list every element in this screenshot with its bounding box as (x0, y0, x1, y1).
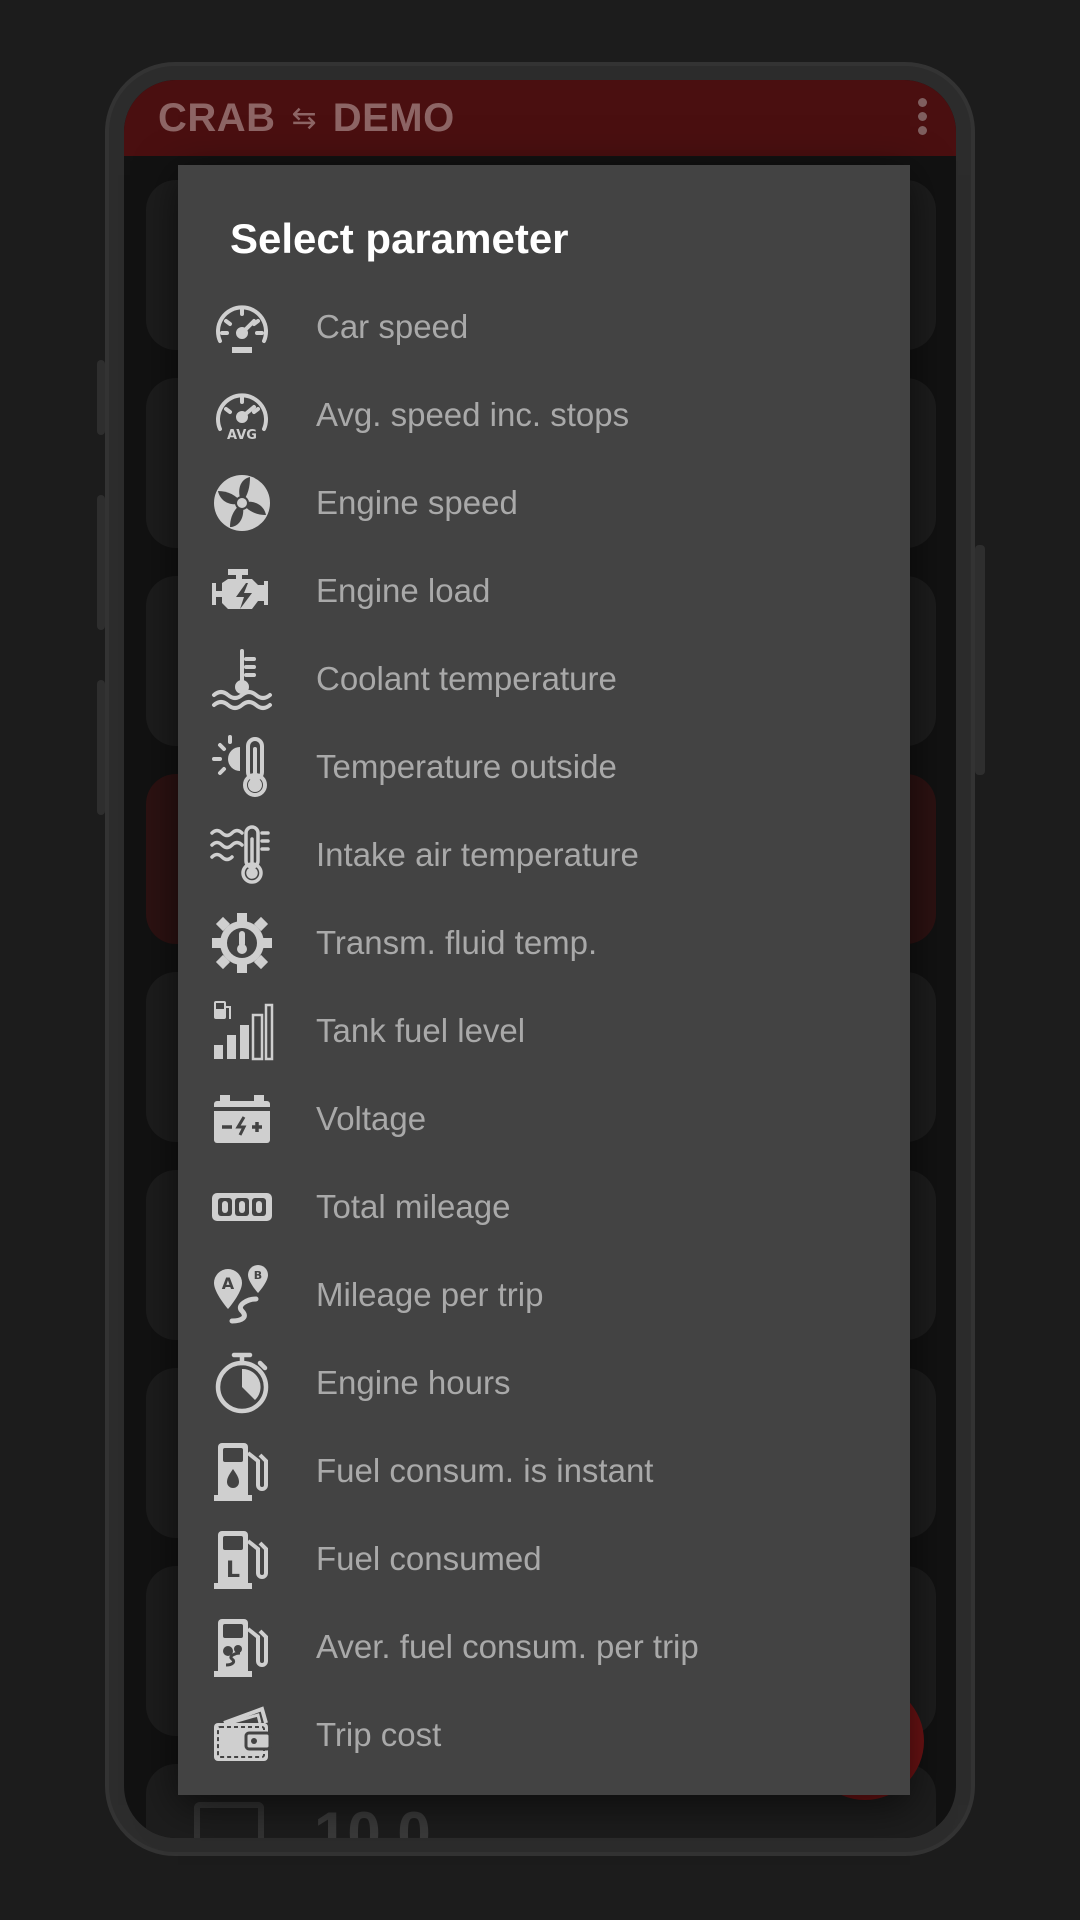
overflow-menu-icon[interactable] (918, 98, 928, 140)
parameter-label: Fuel consumed (316, 1540, 542, 1577)
parameter-label: Engine hours (316, 1364, 511, 1401)
parameter-item-mileage-per-trip[interactable]: A B Mileage per trip (178, 1251, 910, 1339)
parameter-label: Engine speed (316, 484, 518, 521)
parameter-item-total-mileage[interactable]: Total mileage (178, 1163, 910, 1251)
app-bar: CRAB ⇆ DEMO (124, 80, 956, 156)
fuel-trip-icon (214, 1619, 268, 1677)
parameter-item-aver-fuel-consum-per-trip[interactable]: Aver. fuel consum. per trip (178, 1603, 910, 1691)
parameter-item-engine-load[interactable]: Engine load (178, 547, 910, 635)
parameter-item-voltage[interactable]: Voltage (178, 1075, 910, 1163)
svg-text:A: A (222, 1274, 235, 1293)
svg-text:B: B (254, 1269, 262, 1282)
side-button-left-3 (97, 680, 105, 815)
parameter-item-temperature-outside[interactable]: Temperature outside (178, 723, 910, 811)
parameter-item-engine-speed[interactable]: Engine speed (178, 459, 910, 547)
parameter-item-tank-fuel-level[interactable]: Tank fuel level (178, 987, 910, 1075)
parameter-label: Mileage per trip (316, 1276, 544, 1313)
route-icon: A B (214, 1265, 268, 1324)
parameter-label: Car speed (316, 308, 469, 345)
air-thermometer-icon (210, 825, 270, 884)
fuel-liter-icon: L (214, 1531, 268, 1589)
svg-text:AVG: AVG (227, 428, 257, 443)
app-title-left: CRAB (158, 95, 276, 140)
parameter-label: Coolant temperature (316, 660, 617, 697)
parameter-item-transmission-fluid-temp[interactable]: Transm. fluid temp. (178, 899, 910, 987)
stopwatch-icon (215, 1352, 269, 1414)
parameter-label: Voltage (316, 1100, 427, 1137)
speedometer-icon (216, 305, 268, 353)
select-parameter-dialog: Select parameter Car speed AVG Avg. spee… (178, 165, 910, 1795)
parameter-item-intake-air-temperature[interactable]: Intake air temperature (178, 811, 910, 899)
parameter-item-engine-hours[interactable]: Engine hours (178, 1339, 910, 1427)
dialog-title: Select parameter (230, 215, 569, 262)
engine-icon (212, 569, 268, 609)
sun-thermometer-icon (212, 735, 267, 797)
gear-thermometer-icon (212, 913, 272, 973)
parameter-label: Engine load (316, 572, 491, 609)
parameter-label: Transm. fluid temp. (316, 924, 598, 961)
parameter-label: Aver. fuel consum. per trip (316, 1628, 699, 1665)
fan-icon (214, 475, 270, 531)
parameter-item-trip-cost[interactable]: Trip cost (178, 1691, 910, 1779)
parameter-label: Total mileage (316, 1188, 511, 1225)
parameter-label: Avg. speed inc. stops (316, 396, 630, 433)
odometer-icon (212, 1193, 272, 1221)
avg-speedometer-icon: AVG (216, 393, 268, 443)
side-button-right (975, 545, 985, 775)
parameter-item-fuel-consumed[interactable]: L Fuel consumed (178, 1515, 910, 1603)
parameter-label: Trip cost (316, 1716, 442, 1753)
parameter-item-avg-speed[interactable]: AVG Avg. speed inc. stops (178, 371, 910, 459)
side-button-left-1 (97, 360, 105, 435)
fuel-level-icon (214, 1001, 274, 1061)
parameter-item-fuel-consum-instant[interactable]: Fuel consum. is instant (178, 1427, 910, 1515)
parameter-item-car-speed[interactable]: Car speed (178, 283, 910, 371)
side-button-left-2 (97, 495, 105, 630)
parameter-label: Tank fuel level (316, 1012, 526, 1049)
parameter-label: Temperature outside (316, 748, 617, 785)
swap-icon[interactable]: ⇆ (292, 101, 317, 136)
app-title-right: DEMO (332, 95, 455, 140)
parameter-item-coolant-temperature[interactable]: Coolant temperature (178, 635, 910, 723)
battery-icon (214, 1095, 270, 1143)
fuel-icon (194, 1802, 264, 1838)
parameter-label: Intake air temperature (316, 836, 639, 873)
svg-text:L: L (226, 1558, 240, 1583)
parameter-label: Fuel consum. is instant (316, 1452, 654, 1489)
bottom-value: 10.0 (314, 1800, 431, 1838)
fuel-drop-icon (214, 1443, 268, 1501)
wallet-icon (214, 1706, 272, 1761)
parameter-list: Car speed AVG Avg. speed inc. stops Engi… (178, 283, 910, 1779)
coolant-icon (212, 649, 272, 710)
